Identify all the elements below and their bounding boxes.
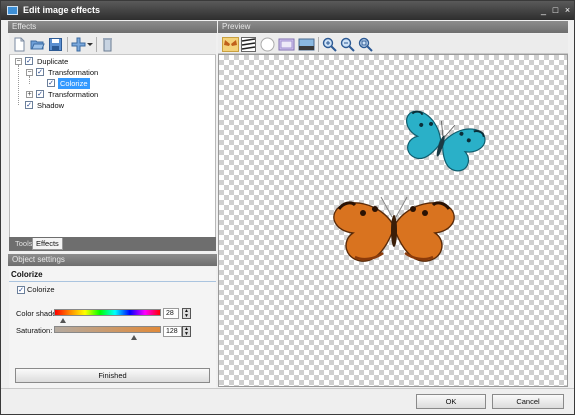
ok-button[interactable]: OK — [416, 394, 486, 409]
effects-toolbar — [9, 34, 216, 55]
color-shade-slider-thumb[interactable] — [60, 318, 66, 323]
tree-item-label: Duplicate — [37, 57, 69, 66]
zoom-fit-icon[interactable] — [358, 37, 373, 52]
saturation-slider-thumb[interactable] — [131, 335, 137, 340]
toolbar-separator — [96, 37, 97, 52]
expand-icon[interactable]: + — [26, 91, 33, 98]
orange-butterfly-image — [333, 196, 455, 262]
white-circle-icon[interactable] — [260, 37, 275, 52]
saturation-slider[interactable] — [54, 326, 161, 333]
finished-button[interactable]: Finished — [15, 368, 210, 383]
cancel-button[interactable]: Cancel — [492, 394, 564, 409]
color-shade-stepper[interactable]: ▲ ▼ — [182, 308, 191, 319]
tree-item-shadow[interactable]: ✓ Shadow — [10, 100, 210, 111]
tree-item-transformation-2[interactable]: + ✓ Transformation — [10, 89, 210, 100]
app-icon — [7, 6, 18, 15]
object-settings-panel: Colorize ✓ Colorize Color shade: 28 ▲ ▼ S… — [9, 267, 216, 388]
settings-title: Colorize — [11, 270, 43, 279]
dropdown-arrow-icon[interactable] — [86, 37, 94, 52]
tree-item-label: Colorize — [58, 78, 90, 89]
new-icon[interactable] — [12, 37, 27, 52]
tree-item-label: Transformation — [48, 90, 99, 99]
preview-toolbar — [218, 34, 568, 54]
toolbar-separator — [318, 37, 319, 52]
edit-image-effects-window: Edit image effects _ □ × Effects − ✓ Dup… — [0, 0, 575, 415]
preview-canvas[interactable] — [218, 54, 568, 387]
effects-tree[interactable]: − ✓ Duplicate − ✓ Transformation ✓ Color… — [9, 55, 216, 237]
transformation-2-checkbox[interactable]: ✓ — [36, 90, 44, 98]
window-title: Edit image effects — [23, 5, 101, 15]
landscape-icon[interactable] — [298, 37, 315, 52]
zoom-out-icon[interactable] — [340, 37, 355, 52]
transformation-checkbox[interactable]: ✓ — [36, 68, 44, 76]
saturation-input[interactable]: 128 — [163, 326, 182, 337]
colorize-checkbox-label: Colorize — [27, 285, 55, 294]
saturation-stepper[interactable]: ▲ ▼ — [182, 326, 191, 337]
color-shade-slider[interactable] — [54, 309, 161, 316]
tree-item-colorize[interactable]: ✓ Colorize — [10, 78, 210, 89]
open-folder-icon[interactable] — [30, 37, 45, 52]
close-button[interactable]: × — [562, 4, 573, 16]
tree-item-label: Shadow — [37, 101, 65, 110]
add-effect-icon[interactable] — [71, 37, 86, 52]
dialog-footer: OK Cancel — [1, 388, 574, 414]
tree-item-transformation[interactable]: − ✓ Transformation — [10, 67, 210, 78]
title-bar[interactable]: Edit image effects _ □ × — [1, 1, 574, 20]
toolbar-separator — [67, 37, 68, 52]
minimize-button[interactable]: _ — [538, 4, 549, 16]
preview-panel-header: Preview — [218, 21, 568, 33]
saturation-label: Saturation: — [16, 326, 53, 335]
shadow-checkbox[interactable]: ✓ — [25, 101, 33, 109]
frame-icon[interactable] — [278, 37, 295, 52]
save-icon[interactable] — [48, 37, 63, 52]
collapse-icon[interactable]: − — [26, 69, 33, 76]
tab-effects[interactable]: Effects — [32, 238, 63, 250]
color-shade-input[interactable]: 28 — [163, 308, 179, 319]
cyan-butterfly-image — [406, 110, 486, 172]
tree-item-label: Transformation — [48, 68, 99, 77]
settings-divider — [9, 281, 216, 282]
butterfly-icon[interactable] — [222, 37, 239, 52]
colorize-tree-checkbox[interactable]: ✓ — [47, 79, 55, 87]
tree-item-duplicate[interactable]: − ✓ Duplicate — [10, 56, 210, 67]
zebra-pattern-icon[interactable] — [241, 37, 256, 52]
maximize-button[interactable]: □ — [550, 4, 561, 16]
zoom-in-icon[interactable] — [322, 37, 337, 52]
duplicate-checkbox[interactable]: ✓ — [25, 57, 33, 65]
collapse-icon[interactable]: − — [15, 58, 22, 65]
color-shade-label: Color shade: — [16, 309, 59, 318]
effects-panel-header: Effects — [8, 21, 217, 33]
panel-tabs: Tools Effects — [9, 237, 216, 251]
object-settings-header: Object settings — [8, 254, 217, 266]
delete-icon[interactable] — [100, 37, 115, 52]
colorize-checkbox[interactable]: ✓ — [17, 286, 25, 294]
